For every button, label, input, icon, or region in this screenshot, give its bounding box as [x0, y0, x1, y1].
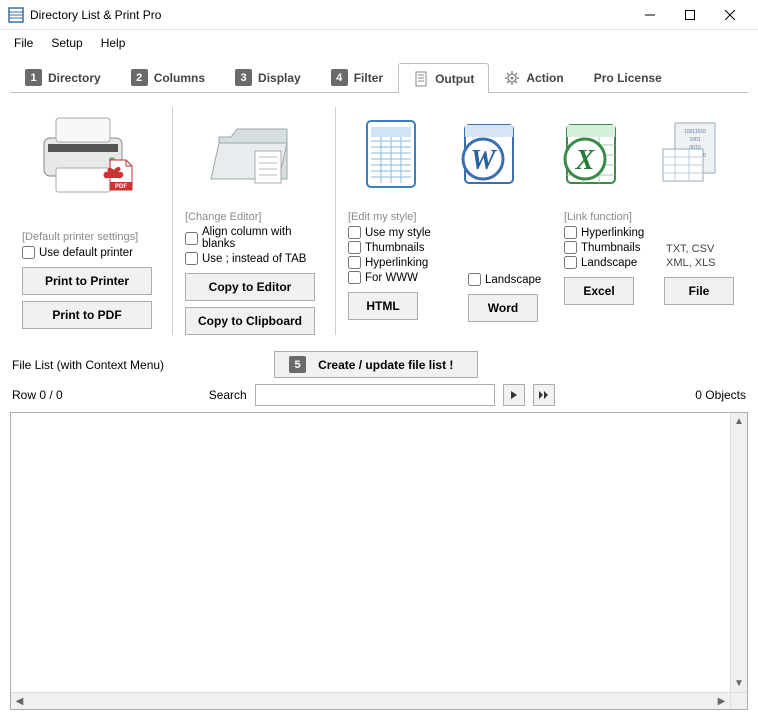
tab-pro-license[interactable]: Pro License: [579, 62, 677, 92]
file-button[interactable]: File: [664, 277, 734, 305]
svg-text:X: X: [575, 145, 596, 176]
printer-icon: PDF: [22, 107, 160, 203]
for-www-checkbox[interactable]: For WWW: [348, 271, 460, 284]
link-section-header: [Link function]: [564, 211, 656, 223]
editor-section-header: [Change Editor]: [185, 211, 323, 223]
scroll-right-icon[interactable]: ▶: [713, 693, 730, 709]
scroll-left-icon[interactable]: ◀: [11, 694, 28, 710]
tab-display[interactable]: 3Display: [220, 62, 316, 92]
output-panel: PDF [Default printer settings] Use defau…: [0, 93, 758, 345]
file-column: TXT, CSV XML, XLS File: [664, 211, 734, 322]
tab-directory[interactable]: 1Directory: [10, 62, 116, 92]
tab-label: Action: [526, 71, 563, 85]
print-to-printer-button[interactable]: Print to Printer: [22, 267, 152, 295]
hyperlinking-checkbox[interactable]: Hyperlinking: [348, 256, 460, 269]
tab-label: Output: [435, 72, 474, 86]
menu-help[interactable]: Help: [95, 34, 132, 52]
folder-editor-icon: [185, 107, 323, 203]
editor-group: [Change Editor] Align column with blanks…: [185, 107, 323, 335]
divider: [335, 107, 336, 335]
style-section-header: [Edit my style]: [348, 211, 460, 223]
align-column-checkbox[interactable]: Align column with blanks: [185, 226, 323, 250]
horizontal-scrollbar[interactable]: ◀ ▶: [11, 692, 730, 709]
menu-file[interactable]: File: [8, 34, 39, 52]
objects-count: 0 Objects: [695, 388, 746, 402]
tab-output[interactable]: Output: [398, 63, 489, 93]
file-list-bar: File List (with Context Menu) 5 Create /…: [0, 345, 758, 382]
tab-label: Filter: [354, 71, 383, 85]
word-icon: W: [455, 119, 523, 192]
search-label: Search: [209, 388, 247, 402]
file-list-area[interactable]: ▲ ▼ ◀ ▶: [10, 412, 748, 710]
svg-text:1001: 1001: [689, 137, 700, 143]
thumbnails-checkbox[interactable]: Thumbnails: [348, 241, 460, 254]
export-icons-row: W X 100110101001001011001010: [348, 107, 736, 203]
use-semicolon-checkbox[interactable]: Use ; instead of TAB: [185, 252, 323, 265]
ext-xml-xls: XML, XLS: [664, 257, 734, 269]
excel-button[interactable]: Excel: [564, 277, 634, 305]
svg-text:10011010: 10011010: [684, 129, 706, 135]
menu-setup[interactable]: Setup: [45, 34, 88, 52]
titlebar: Directory List & Print Pro: [0, 0, 758, 30]
tab-action[interactable]: Action: [489, 62, 578, 92]
file-list-label: File List (with Context Menu): [12, 358, 164, 372]
scroll-up-icon[interactable]: ▲: [731, 413, 747, 430]
vertical-scrollbar[interactable]: ▲ ▼: [730, 413, 747, 692]
document-icon: [413, 71, 429, 87]
tab-label: Pro License: [594, 71, 662, 85]
menubar: File Setup Help: [0, 30, 758, 56]
row-indicator: Row 0 / 0: [12, 388, 63, 402]
gear-icon: [504, 70, 520, 86]
copy-to-editor-button[interactable]: Copy to Editor: [185, 273, 315, 301]
search-input[interactable]: [255, 384, 495, 406]
html-button[interactable]: HTML: [348, 292, 418, 320]
hyperlinking-excel-checkbox[interactable]: Hyperlinking: [564, 226, 656, 239]
export-group: W X 100110101001001011001010 [Edit my st…: [348, 107, 736, 335]
ext-txt-csv: TXT, CSV: [664, 243, 734, 255]
svg-text:W: W: [471, 145, 498, 176]
maximize-button[interactable]: [670, 0, 710, 30]
landscape-word-checkbox[interactable]: Landscape: [468, 273, 556, 286]
tab-label: Directory: [48, 71, 101, 85]
printer-group: PDF [Default printer settings] Use defau…: [22, 107, 160, 335]
create-update-label: Create / update file list !: [318, 358, 453, 372]
tab-columns[interactable]: 2Columns: [116, 62, 220, 92]
search-next-button[interactable]: [503, 384, 525, 406]
divider: [172, 107, 173, 335]
search-last-button[interactable]: [533, 384, 555, 406]
excel-icon: X: [557, 119, 625, 192]
html-icon: [361, 117, 421, 194]
use-default-printer-checkbox[interactable]: Use default printer: [22, 246, 160, 259]
svg-text:PDF: PDF: [115, 184, 127, 190]
scroll-down-icon[interactable]: ▼: [731, 675, 747, 692]
word-column: Landscape Word: [468, 211, 556, 322]
copy-to-clipboard-button[interactable]: Copy to Clipboard: [185, 307, 315, 335]
style-column: [Edit my style] Use my style Thumbnails …: [348, 211, 460, 322]
window-title: Directory List & Print Pro: [30, 8, 630, 22]
printer-section-header: [Default printer settings]: [22, 231, 160, 243]
search-bar: Row 0 / 0 Search 0 Objects: [0, 382, 758, 412]
tab-label: Columns: [154, 71, 205, 85]
tab-label: Display: [258, 71, 301, 85]
minimize-button[interactable]: [630, 0, 670, 30]
tab-filter[interactable]: 4Filter: [316, 62, 398, 92]
link-column: [Link function] Hyperlinking Thumbnails …: [564, 211, 656, 322]
landscape-excel-checkbox[interactable]: Landscape: [564, 256, 656, 269]
file-icon: 100110101001001011001010: [659, 119, 723, 192]
print-to-pdf-button[interactable]: Print to PDF: [22, 301, 152, 329]
close-button[interactable]: [710, 0, 750, 30]
create-update-button[interactable]: 5 Create / update file list !: [274, 351, 478, 378]
word-button[interactable]: Word: [468, 294, 538, 322]
use-my-style-checkbox[interactable]: Use my style: [348, 226, 460, 239]
app-icon: [8, 7, 24, 23]
scrollbar-corner: [730, 692, 747, 709]
thumbnails-excel-checkbox[interactable]: Thumbnails: [564, 241, 656, 254]
tabs-container: 1Directory 2Columns 3Display 4Filter Out…: [0, 56, 758, 93]
